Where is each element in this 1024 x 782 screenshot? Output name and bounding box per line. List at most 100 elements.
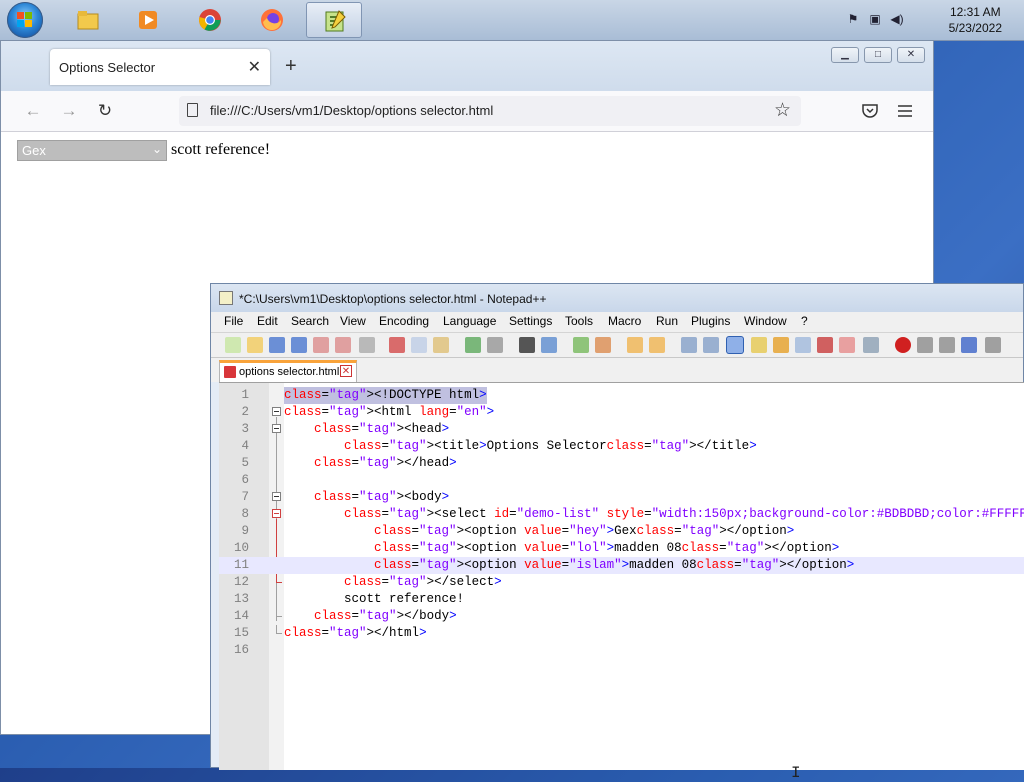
paste-icon[interactable] xyxy=(433,337,449,353)
firefox-titlebar: Options Selector ✕ + ▁ □ ✕ xyxy=(1,41,933,91)
doc-list-icon[interactable] xyxy=(795,337,811,353)
find-icon[interactable] xyxy=(519,337,535,353)
window-title: *C:\Users\vm1\Desktop\options selector.h… xyxy=(239,292,547,306)
sync-vertical-icon[interactable] xyxy=(627,337,643,353)
forward-icon[interactable]: → xyxy=(59,101,79,121)
menu-settings[interactable]: Settings xyxy=(509,314,552,328)
back-icon[interactable]: ← xyxy=(23,101,43,121)
open-file-icon[interactable] xyxy=(247,337,263,353)
tab-close-icon[interactable]: ✕ xyxy=(248,57,261,77)
udl-icon[interactable] xyxy=(751,337,767,353)
taskbar-firefox[interactable] xyxy=(244,2,300,38)
fold-toggle-icon[interactable] xyxy=(272,509,281,518)
close-button[interactable]: ✕ xyxy=(897,47,925,63)
code-editor[interactable]: 1 class="tag"><!DOCTYPE html> 2 class="t… xyxy=(219,382,1024,782)
taskbar-explorer[interactable] xyxy=(60,2,116,38)
menu-edit[interactable]: Edit xyxy=(257,314,278,328)
new-tab-button[interactable]: + xyxy=(285,55,297,78)
select-value: Gex xyxy=(22,143,46,158)
menu-plugins[interactable]: Plugins xyxy=(691,314,730,328)
close-file-icon[interactable] xyxy=(313,337,329,353)
folder-workspace-icon[interactable] xyxy=(839,337,855,353)
volume-icon[interactable]: ◀) xyxy=(890,12,904,26)
menu-icon[interactable] xyxy=(898,105,912,117)
sync-horizontal-icon[interactable] xyxy=(649,337,665,353)
menu-view[interactable]: View xyxy=(340,314,366,328)
fold-toggle-icon[interactable] xyxy=(272,424,281,433)
monitoring-icon[interactable] xyxy=(863,337,879,353)
menu-language[interactable]: Language xyxy=(443,314,496,328)
code-text: class="tag"></html> xyxy=(284,626,427,640)
menu-tools[interactable]: Tools xyxy=(565,314,593,328)
zoom-out-icon[interactable] xyxy=(595,337,611,353)
browser-tab[interactable]: Options Selector ✕ xyxy=(50,49,270,85)
url-bar[interactable]: file:///C:/Users/vm1/Desktop/options sel… xyxy=(179,96,801,126)
save-icon[interactable] xyxy=(269,337,285,353)
menu-encoding[interactable]: Encoding xyxy=(379,314,429,328)
pocket-icon[interactable] xyxy=(862,104,878,118)
copy-icon[interactable] xyxy=(411,337,427,353)
print-icon[interactable] xyxy=(359,337,375,353)
firefox-icon xyxy=(261,9,283,31)
reload-icon[interactable]: ↻ xyxy=(95,101,115,121)
record-macro-icon[interactable] xyxy=(895,337,911,353)
bookmark-star-icon[interactable]: ☆ xyxy=(774,99,791,122)
code-text: class="tag"><title>Options Selectorclass… xyxy=(344,439,757,453)
line-number: 2 xyxy=(241,405,249,419)
show-all-chars-icon[interactable] xyxy=(703,337,719,353)
fold-toggle-icon[interactable] xyxy=(272,407,281,416)
file-tab[interactable]: options selector.html ✕ xyxy=(219,360,357,382)
menu-file[interactable]: File xyxy=(224,314,243,328)
page-text: scott reference! xyxy=(171,141,271,158)
undo-icon[interactable] xyxy=(465,337,481,353)
doc-map-icon[interactable] xyxy=(773,337,789,353)
fold-end-marker xyxy=(276,574,282,583)
windows-logo-icon xyxy=(17,12,33,28)
maximize-button[interactable]: □ xyxy=(864,47,892,63)
run-macro-multiple-icon[interactable] xyxy=(961,337,977,353)
zoom-in-icon[interactable] xyxy=(573,337,589,353)
close-all-icon[interactable] xyxy=(335,337,351,353)
line-number: 5 xyxy=(241,456,249,470)
media-player-icon xyxy=(139,11,157,29)
fold-end-marker xyxy=(276,608,282,617)
taskbar-media-player[interactable] xyxy=(120,2,176,38)
new-file-icon[interactable] xyxy=(225,337,241,353)
taskbar-chrome[interactable] xyxy=(182,2,238,38)
menu-window[interactable]: Window xyxy=(744,314,787,328)
indent-guide-icon[interactable] xyxy=(727,337,743,353)
line-number: 4 xyxy=(241,439,249,453)
replace-icon[interactable] xyxy=(541,337,557,353)
line-number: 1 xyxy=(241,388,249,402)
save-macro-icon[interactable] xyxy=(985,337,1001,353)
menu-run[interactable]: Run xyxy=(656,314,678,328)
notepadpp-app-icon xyxy=(219,291,233,305)
clock[interactable]: 12:31 AM 5/23/2022 xyxy=(949,4,1002,36)
chevron-down-icon: ⌄ xyxy=(151,142,162,156)
play-macro-icon[interactable] xyxy=(939,337,955,353)
save-all-icon[interactable] xyxy=(291,337,307,353)
function-list-icon[interactable] xyxy=(817,337,833,353)
cut-icon[interactable] xyxy=(389,337,405,353)
minimize-button[interactable]: ▁ xyxy=(831,47,859,63)
taskbar-notepadpp[interactable] xyxy=(306,2,362,38)
line-number: 10 xyxy=(233,541,249,555)
code-text: class="tag"><html lang="en"> xyxy=(284,405,495,419)
word-wrap-icon[interactable] xyxy=(681,337,697,353)
start-button[interactable] xyxy=(7,2,43,38)
code-line: 5 class="tag"></head> xyxy=(219,455,1024,472)
menu-macro[interactable]: Macro xyxy=(608,314,641,328)
action-center-icon[interactable]: ⚑ xyxy=(846,12,860,26)
line-number: 11 xyxy=(233,558,249,572)
stop-macro-icon[interactable] xyxy=(917,337,933,353)
close-tab-icon[interactable]: ✕ xyxy=(340,365,352,377)
redo-icon[interactable] xyxy=(487,337,503,353)
code-text: class="tag"><option value="hey">Gexclass… xyxy=(374,524,795,538)
menu-help[interactable]: ? xyxy=(801,314,808,328)
demo-list-select[interactable]: Gex ⌄ xyxy=(17,140,167,161)
line-number: 16 xyxy=(233,643,249,657)
code-text: class="tag"></select> xyxy=(344,575,502,589)
menu-search[interactable]: Search xyxy=(291,314,329,328)
fold-toggle-icon[interactable] xyxy=(272,492,281,501)
network-icon[interactable]: ▣ xyxy=(868,12,882,26)
